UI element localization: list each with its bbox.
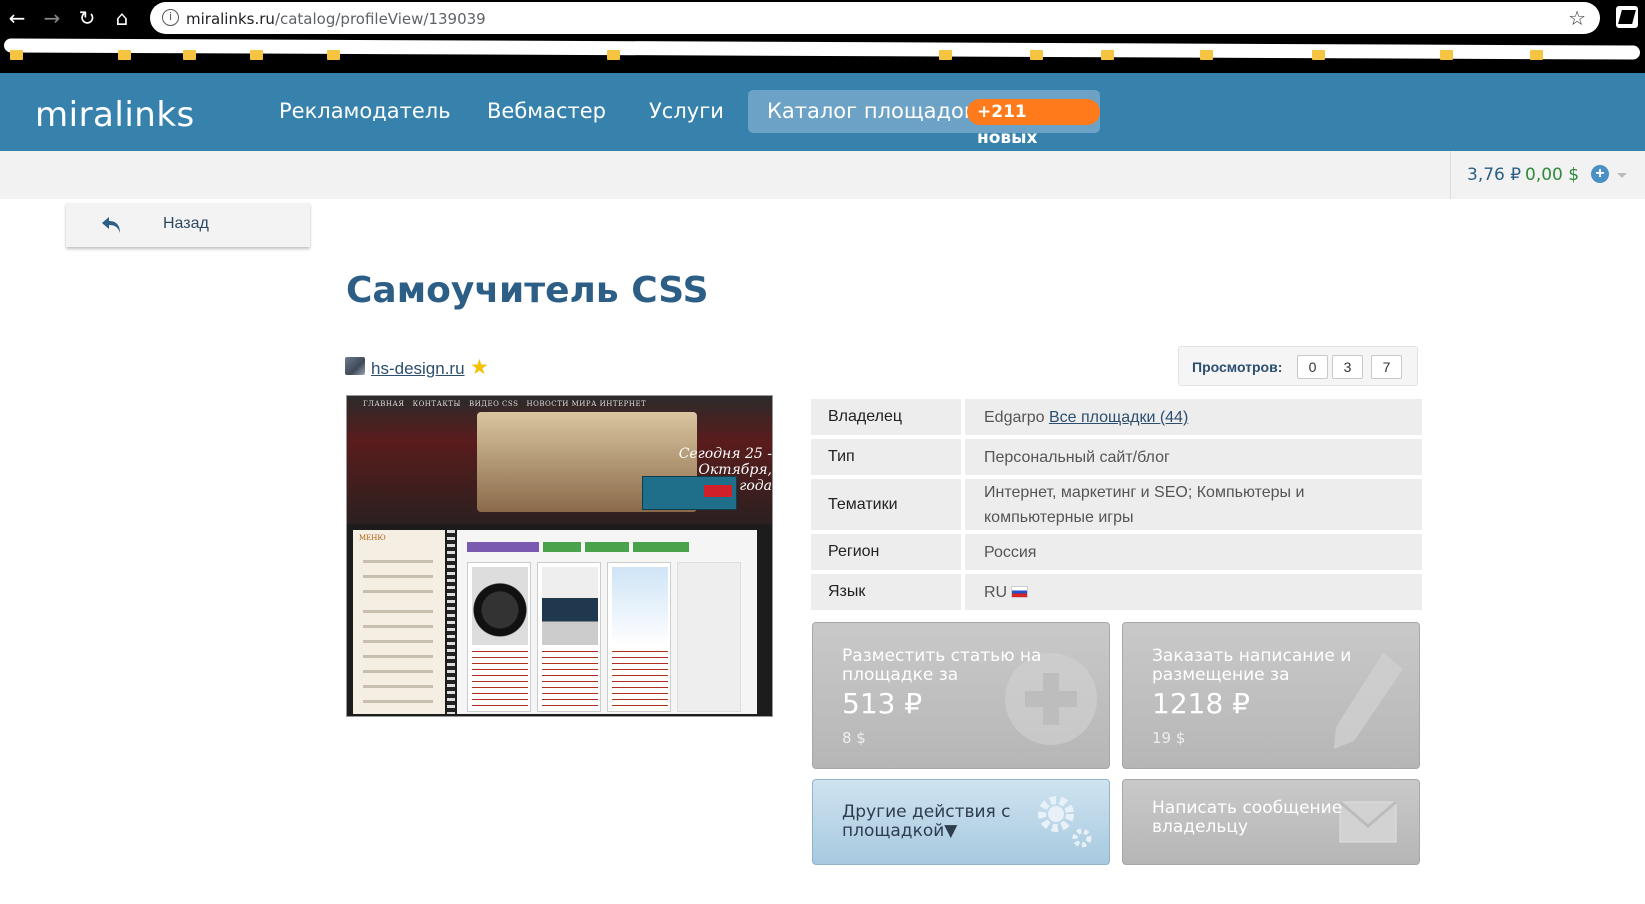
back-button[interactable]: Назад [66,203,310,247]
order-writing-label: Заказать написание и размещение за [1152,646,1352,685]
menu-catalog-label: Каталог площадок [767,99,977,123]
preview-header: ГЛАВНАЯ КОНТАКТЫ ВИДЕО CSS НОВОСТИ МИРА … [347,396,772,524]
forward-arrow-icon[interactable]: → [40,6,64,30]
site-info-icon[interactable]: i [162,9,179,26]
address-bar[interactable]: i miralinks.ru/catalog/profileView/13903… [150,2,1600,34]
table-row: Тип Персональный сайт/блог [811,439,1422,475]
bookmark-folder-icon[interactable] [250,50,263,60]
menu-services[interactable]: Услуги [649,99,724,123]
preview-nav: ГЛАВНАЯ КОНТАКТЫ ВИДЕО CSS НОВОСТИ МИРА … [363,400,647,408]
menu-advertiser[interactable]: Рекламодатель [279,99,451,123]
views-digit: 3 [1332,355,1363,379]
bookmark-folder-icon[interactable] [1440,50,1453,60]
back-arrow-icon[interactable]: ← [5,6,29,30]
bookmark-folder-icon[interactable] [118,50,131,60]
order-writing-button[interactable]: Заказать написание и размещение за 1218 … [1122,622,1420,769]
url-text: miralinks.ru/catalog/profileView/139039 [186,10,486,28]
place-article-price: 513 ₽ [842,687,923,720]
preview-menu-title: МЕНЮ [359,534,386,542]
site-screenshot[interactable]: ГЛАВНАЯ КОНТАКТЫ ВИДЕО CSS НОВОСТИ МИРА … [346,395,773,717]
home-icon[interactable]: ⌂ [110,6,134,30]
order-writing-price: 1218 ₽ [1152,687,1250,720]
other-actions-label: Другие действия с площадкой▼ [842,802,1011,841]
topics-key: Тематики [811,479,965,530]
balance-widget[interactable]: 3,76 ₽ 0,00 $ + [1450,151,1645,199]
bookmark-folder-icon[interactable] [1101,50,1114,60]
table-row: Владелец Edgarpo Все площадки (44) [811,399,1422,435]
language-key: Язык [811,574,965,610]
order-writing-usd: 19 $ [1152,729,1186,747]
table-row: Регион Россия [811,534,1422,570]
views-digit: 0 [1297,355,1328,379]
place-article-usd: 8 $ [842,729,866,747]
language-value: RU [965,574,1422,610]
menu-webmaster[interactable]: Вебмастер [487,99,606,123]
site-favicon [345,357,365,375]
bookmark-star-icon[interactable]: ☆ [1568,6,1586,30]
type-key: Тип [811,439,965,475]
balance-usd: 0,00 $ [1525,165,1580,185]
bookmark-folder-icon[interactable] [327,50,340,60]
balance-rub: 3,76 ₽ [1467,165,1522,185]
owner-value: Edgarpo Все площадки (44) [965,399,1422,435]
site-domain-link[interactable]: hs-design.ru [371,359,465,379]
site-header: miralinks Рекламодатель Вебмастер Услуги… [0,73,1645,151]
page-title: Самоучитель CSS [346,270,709,311]
preview-main [457,530,757,714]
undo-arrow-icon [102,217,120,233]
bookmark-folder-icon[interactable] [1200,50,1213,60]
russia-flag-icon [1011,585,1029,598]
all-sites-link[interactable]: Все площадки (44) [1049,409,1188,426]
type-value: Персональный сайт/блог [965,439,1422,475]
bookmark-folder-icon[interactable] [1030,50,1043,60]
reload-icon[interactable]: ↻ [75,6,99,30]
sub-bar: 3,76 ₽ 0,00 $ + [0,151,1645,199]
extension-icon[interactable] [1616,6,1638,28]
new-count-badge: +211 новых [967,99,1100,148]
bookmark-folder-icon[interactable] [939,50,952,60]
region-key: Регион [811,534,965,570]
site-logo[interactable]: miralinks [35,95,195,135]
site-info-table: Владелец Edgarpo Все площадки (44) Тип П… [811,395,1422,614]
bookmark-folder-icon[interactable] [607,50,620,60]
other-actions-button[interactable]: Другие действия с площадкой▼ [812,779,1110,865]
place-article-button[interactable]: Разместить статью на площадке за 513 ₽ 8… [812,622,1110,769]
preview-body: МЕНЮ [347,524,772,716]
browser-chrome: ← → ↻ ⌂ i miralinks.ru/catalog/profileVi… [0,0,1645,73]
table-row: Тематики Интернет, маркетинг и SEO; Комп… [811,479,1422,530]
region-value: Россия [965,534,1422,570]
message-owner-label: Написать сообщение владельцу [1152,798,1343,837]
menu-catalog[interactable]: Каталог площадок +211 новых [748,90,1100,148]
preview-ad [642,476,737,510]
topics-value: Интернет, маркетинг и SEO; Компьютеры и … [965,479,1422,530]
owner-key: Владелец [811,399,965,435]
bookmark-folder-icon[interactable] [183,50,196,60]
add-funds-icon[interactable]: + [1591,165,1609,183]
views-label: Просмотров: [1192,359,1283,375]
views-digit: 7 [1371,355,1402,379]
favorite-star-icon[interactable]: ★ [470,355,489,379]
back-button-label: Назад [163,215,209,232]
views-counter: Просмотров: 0 3 7 [1178,346,1418,386]
message-owner-button[interactable]: Написать сообщение владельцу [1122,779,1420,865]
table-row: Язык RU [811,574,1422,610]
bookmark-folder-icon[interactable] [1530,50,1543,60]
bookmark-folder-icon[interactable] [1312,50,1325,60]
chevron-down-icon[interactable] [1617,173,1627,178]
bookmark-folder-icon[interactable] [10,50,23,60]
place-article-label: Разместить статью на площадке за [842,646,1042,685]
preview-rings [447,530,455,714]
preview-sidebar: МЕНЮ [353,530,445,714]
